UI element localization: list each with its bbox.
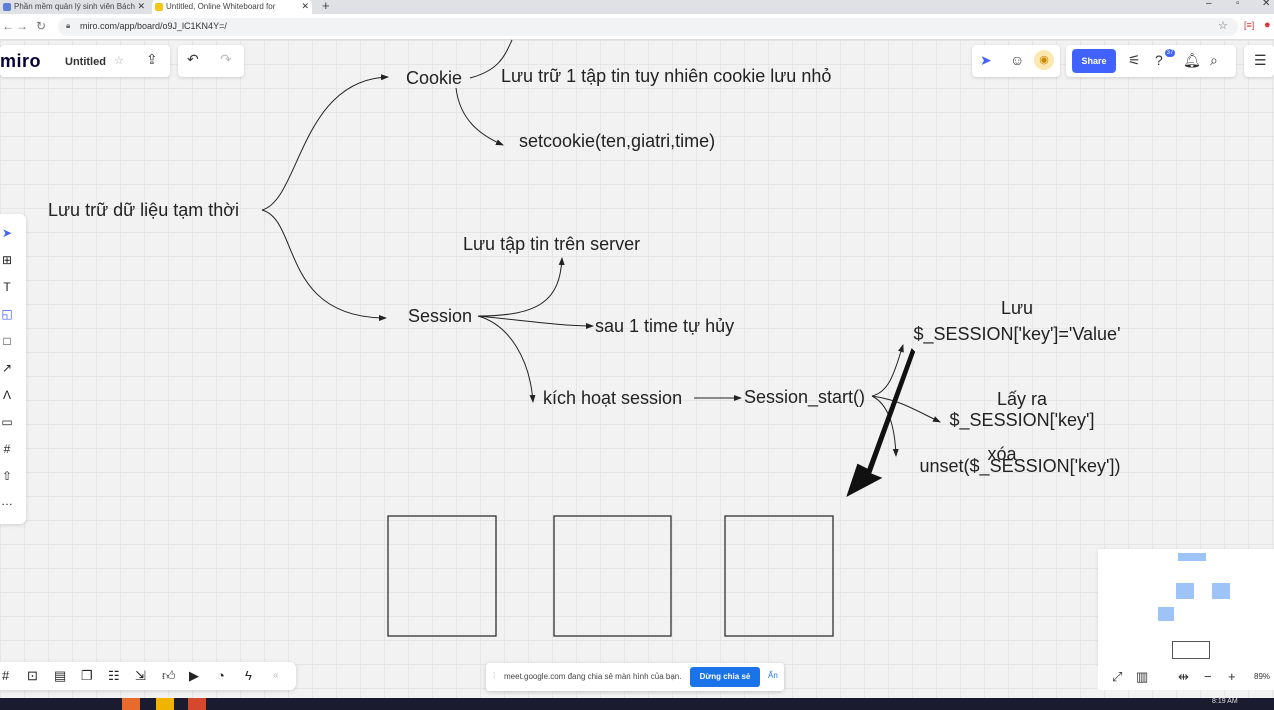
frame-tool-icon[interactable]: #	[0, 442, 14, 456]
search-icon[interactable]: ⌕	[1210, 52, 1218, 69]
comments-icon[interactable]: ▤	[54, 668, 66, 684]
cookie-desc-node[interactable]: Lưu trữ 1 tập tin tuy nhiên cookie lưu n…	[501, 66, 831, 87]
session-store-node[interactable]: Lưu tập tin trên server	[463, 234, 640, 255]
zoom-out-icon[interactable]: −	[1204, 669, 1212, 684]
session-expire-node[interactable]: sau 1 time tự hủy	[595, 316, 734, 337]
minimap-block	[1212, 583, 1230, 599]
more-tools-icon[interactable]: …	[0, 494, 14, 508]
pen-tool-icon[interactable]: Λ	[0, 388, 14, 402]
save-title: Lưu	[1000, 298, 1034, 318]
sticky-note-tool-icon[interactable]: ◱	[0, 307, 14, 321]
taskbar-app-icon[interactable]	[122, 698, 140, 710]
rectangle-shape-1	[387, 515, 497, 637]
share-button[interactable]: Share	[1072, 49, 1116, 73]
share-message: meet.google.com đang chia sẻ màn hình củ…	[504, 672, 682, 681]
left-toolbar: ➤ ⊞ T ◱ □ ↗ Λ ▭ # ⇧ …	[0, 214, 26, 524]
bottom-toolbar: # ⊡ ▤ ❐ ☷ ⇲ 👍︎ ▶ ◔ ϟ «	[0, 662, 296, 690]
upload-tool-icon[interactable]: ⇧	[0, 469, 14, 483]
bell-icon[interactable]: 🔔︎	[1183, 52, 1201, 69]
connection-line-tool-icon[interactable]: ↗	[0, 361, 14, 375]
screen-share-icon[interactable]: ⊡	[27, 668, 38, 684]
frames-icon[interactable]: #	[2, 668, 9, 683]
share-link-icon[interactable]: ⇲	[135, 668, 146, 684]
get-node[interactable]: Lấy ra $_SESSION['key']	[942, 389, 1102, 431]
chrome-app-icon[interactable]	[188, 698, 206, 710]
minimap-block	[1176, 583, 1194, 599]
os-taskbar: 8:19 AM	[0, 698, 1274, 710]
lightning-icon[interactable]: ϟ	[245, 668, 252, 683]
export-icon[interactable]: ⇪	[146, 51, 158, 68]
miro-logo[interactable]: miro	[0, 51, 41, 72]
video-icon[interactable]: ▶	[189, 668, 199, 684]
template-tool-icon[interactable]: ⊞	[0, 253, 14, 267]
minimap-block	[1158, 607, 1174, 621]
minimap-viewport[interactable]	[1172, 641, 1210, 659]
comment-tool-icon[interactable]: ▭	[0, 415, 14, 429]
stop-sharing-button[interactable]: Dừng chia sẻ	[690, 667, 760, 687]
save-code: $_SESSION['key']='Value'	[913, 324, 1121, 344]
minimap[interactable]	[1098, 549, 1274, 665]
notification-badge: 37	[1165, 49, 1175, 57]
zoom-in-icon[interactable]: +	[1228, 669, 1236, 684]
get-code: $_SESSION['key']	[949, 410, 1095, 430]
session-activate-node[interactable]: kích hoạt session	[543, 388, 682, 409]
sidebar-panel-toggle[interactable]: ☰	[1244, 45, 1274, 77]
mindmap-connectors	[261, 39, 941, 637]
folder-app-icon[interactable]	[156, 698, 174, 710]
collapse-toolbar-icon[interactable]: «	[273, 670, 279, 681]
connector-root-session	[261, 209, 387, 321]
shape-tool-icon[interactable]: □	[0, 334, 14, 348]
hide-button[interactable]: Ẩn	[768, 671, 778, 680]
get-title: Lấy ra	[996, 389, 1048, 409]
board-info-panel: miro Untitled ☆ ⇪	[0, 45, 170, 77]
delete-node[interactable]: xóa unset($_SESSION['key'])	[914, 444, 1126, 477]
notes-icon: ☰	[1254, 52, 1267, 68]
text-tool-icon[interactable]: T	[0, 280, 14, 294]
timer-tool-icon[interactable]: ◔	[217, 668, 225, 683]
settings-sliders-icon[interactable]: ⚟	[1128, 52, 1141, 69]
root-node[interactable]: Lưu trữ dữ liệu tạm thời	[48, 200, 239, 221]
rectangle-shape-2	[553, 515, 672, 637]
drag-handle-icon[interactable]: ⁞	[493, 671, 495, 680]
connector-start-get	[871, 395, 941, 423]
zoom-controls: ⤢ ▥ ⇹ − +	[1098, 665, 1274, 690]
cookie-node[interactable]: Cookie	[406, 68, 462, 89]
save-node[interactable]: Lưu $_SESSION['key']='Value'	[910, 298, 1124, 345]
clock: 8:19 AM	[1212, 698, 1238, 705]
connector-session-store	[477, 257, 565, 317]
collab-tools-panel: ➤ ☺ ◉	[972, 45, 1060, 77]
favorite-star-icon[interactable]: ☆	[114, 54, 124, 67]
big-pointer-arrow	[846, 348, 916, 498]
board-header: miro Untitled ☆ ⇪ ↶ ↷	[0, 45, 244, 77]
connector-cookie-setcookie	[455, 87, 504, 146]
setcookie-node[interactable]: setcookie(ten,giatri,time)	[519, 131, 715, 152]
timer-icon[interactable]: ◉	[1034, 50, 1054, 70]
session-start-node[interactable]: Session_start()	[744, 387, 865, 408]
cursor-toggle-icon[interactable]: ➤	[980, 52, 992, 69]
cards-icon[interactable]: ❐	[81, 668, 93, 684]
reactions-icon[interactable]: ☺	[1010, 52, 1024, 68]
select-tool-icon[interactable]: ➤	[0, 226, 14, 240]
delete-code: unset($_SESSION['key'])	[919, 456, 1121, 476]
fullscreen-icon[interactable]: ⤢	[1112, 669, 1122, 685]
minimap-block	[1178, 553, 1206, 561]
help-icon[interactable]: ?	[1155, 52, 1163, 68]
board-title[interactable]: Untitled	[65, 56, 106, 68]
redo-icon[interactable]: ↷	[220, 51, 232, 68]
screen-share-notification: ⁞ meet.google.com đang chia sẻ màn hình …	[486, 663, 784, 691]
session-node[interactable]: Session	[408, 306, 472, 327]
zoom-level[interactable]: 89%	[1254, 672, 1270, 681]
connector-root-cookie	[261, 74, 389, 211]
kanban-icon[interactable]: ☷	[108, 668, 120, 684]
map-icon[interactable]: ▥	[1136, 669, 1148, 685]
undo-icon[interactable]: ↶	[187, 51, 199, 68]
undo-redo-panel: ↶ ↷	[178, 45, 244, 77]
vote-icon[interactable]: 👍︎	[162, 668, 176, 684]
rectangle-shape-3	[724, 515, 834, 637]
fit-width-icon[interactable]: ⇹	[1178, 669, 1189, 685]
connector-session-activate	[477, 315, 536, 403]
